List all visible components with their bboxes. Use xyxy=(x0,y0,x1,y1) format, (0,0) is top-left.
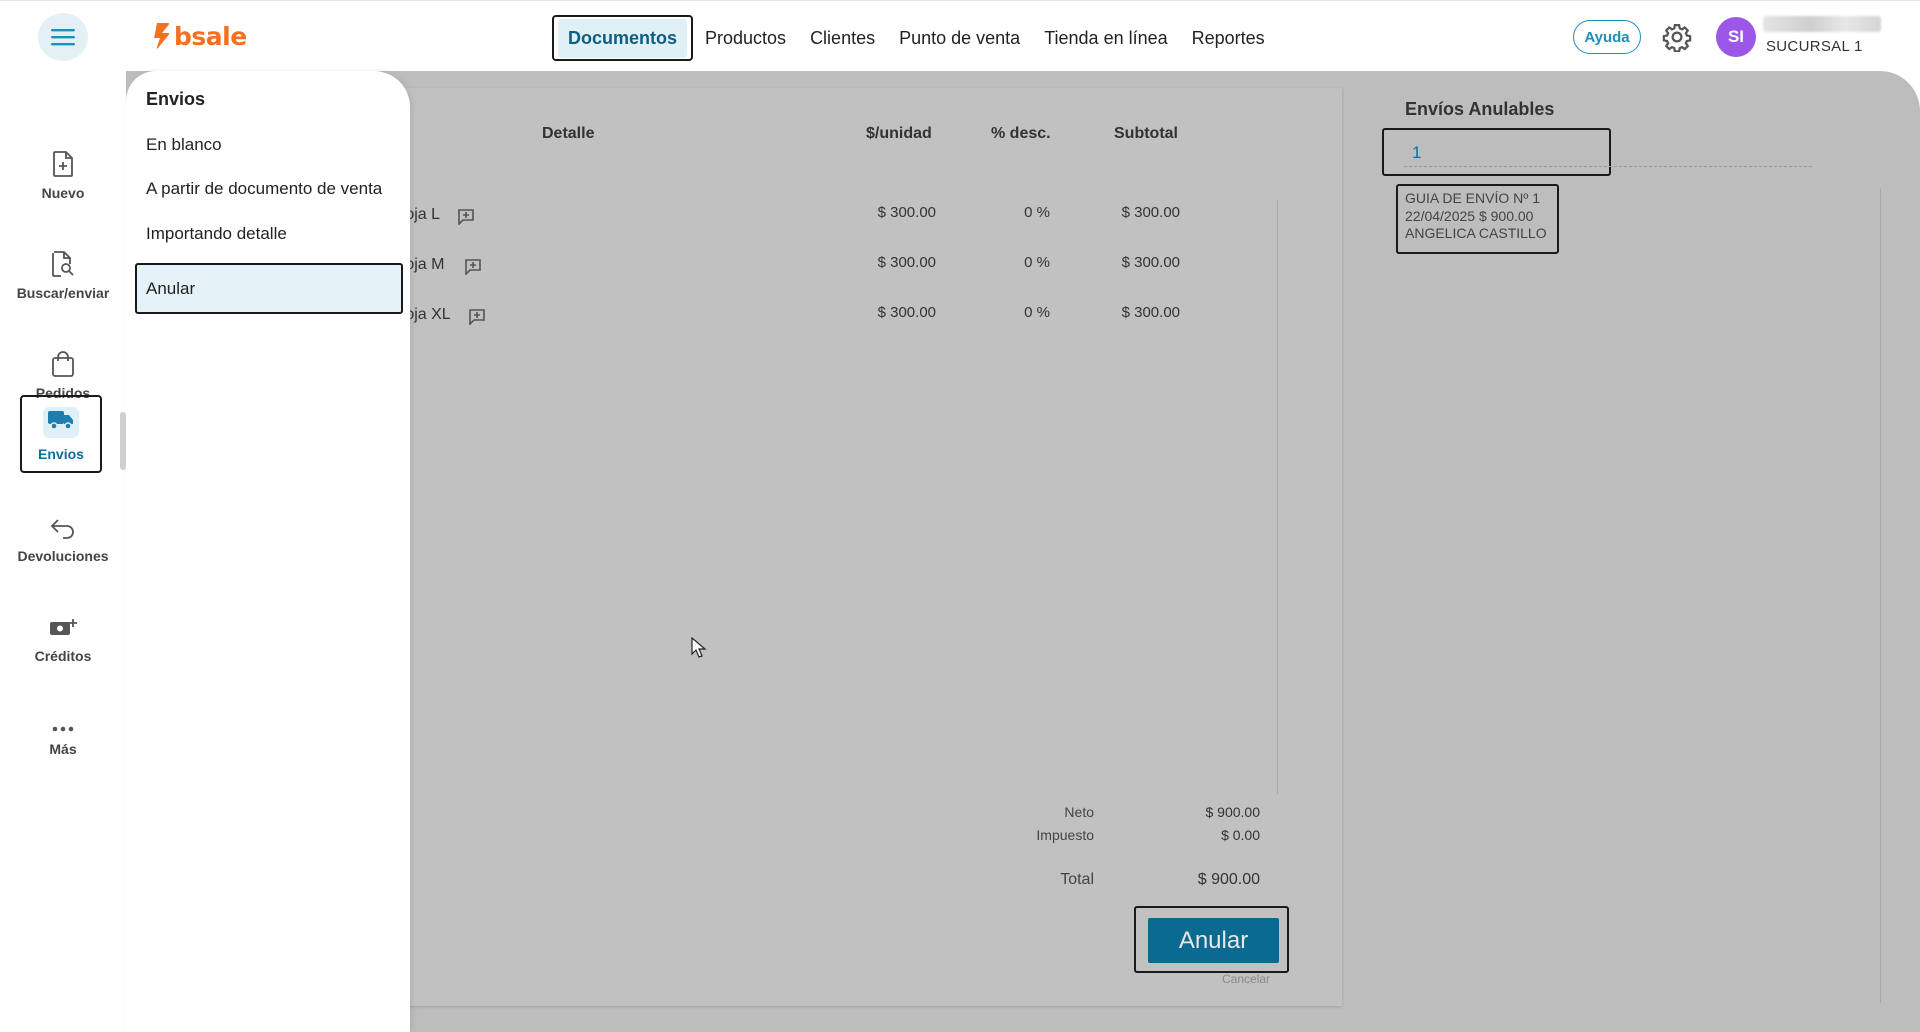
gear-icon[interactable] xyxy=(1662,22,1692,52)
bsale-logo-icon xyxy=(154,23,170,49)
hamburger-icon xyxy=(51,29,75,46)
add-note-icon[interactable] xyxy=(468,309,486,325)
anular-button[interactable]: Anular xyxy=(1148,918,1279,963)
row-subtotal: $ 300.00 xyxy=(1121,204,1180,221)
nav-clientes[interactable]: Clientes xyxy=(798,15,887,61)
avatar[interactable]: SI xyxy=(1716,17,1756,57)
impuesto-value: $ 0.00 xyxy=(1221,827,1260,843)
row-subtotal: $ 300.00 xyxy=(1121,254,1180,271)
result-line: ANGELICA CASTILLO xyxy=(1405,225,1547,241)
top-bar: bsale Documentos Productos Clientes Punt… xyxy=(0,0,1920,71)
rail-item-devoluciones[interactable]: Devoluciones xyxy=(0,496,126,586)
row-unit-price: $ 300.00 xyxy=(877,204,936,221)
truck-icon xyxy=(48,410,73,430)
search-document-icon xyxy=(52,251,74,277)
nav-reportes[interactable]: Reportes xyxy=(1180,15,1277,61)
impuesto-label: Impuesto xyxy=(1036,827,1094,843)
hamburger-menu-button[interactable] xyxy=(38,13,88,61)
column-header-detalle: Detalle xyxy=(542,125,595,142)
left-rail: Nuevo Buscar/enviar Pedidos Envios Devol… xyxy=(0,71,126,1032)
rail-item-mas[interactable]: Más xyxy=(0,696,126,786)
shopping-bag-icon xyxy=(52,351,74,377)
rail-label: Buscar/enviar xyxy=(16,285,110,301)
annullable-search-value: 1 xyxy=(1412,143,1422,162)
neto-label: Neto xyxy=(1064,804,1094,820)
main-nav: Documentos Productos Clientes Punto de v… xyxy=(552,15,1277,61)
help-button[interactable]: Ayuda xyxy=(1573,20,1641,54)
rail-label: Más xyxy=(49,741,77,757)
rail-label: Nuevo xyxy=(41,185,85,201)
divider xyxy=(1880,188,1881,1003)
rail-label: Envios xyxy=(38,445,84,462)
flyout-item-anular[interactable]: Anular xyxy=(135,263,403,314)
flyout-item-importando-detalle[interactable]: Importando detalle xyxy=(146,224,287,244)
mouse-cursor-icon xyxy=(691,637,707,658)
row-discount: 0 % xyxy=(1024,204,1050,221)
annullable-result-item[interactable]: GUIA DE ENVÍO Nº 1 22/04/2025 $ 900.00 A… xyxy=(1396,184,1559,254)
dotted-divider xyxy=(1404,166,1812,167)
rail-label: Devoluciones xyxy=(17,548,109,564)
flyout-item-en-blanco[interactable]: En blanco xyxy=(146,135,222,155)
row-unit-price: $ 300.00 xyxy=(877,254,936,271)
add-note-icon[interactable] xyxy=(464,259,482,275)
total-value: $ 900.00 xyxy=(1197,871,1260,888)
flyout-item-documento-venta[interactable]: A partir de documento de venta xyxy=(146,179,382,199)
return-arrow-icon xyxy=(50,519,74,539)
flyout-title: Envios xyxy=(146,89,206,109)
flyout-resize-handle[interactable] xyxy=(120,412,126,470)
nav-label: Documentos xyxy=(558,18,688,58)
neto-value: $ 900.00 xyxy=(1205,804,1261,820)
add-note-icon[interactable] xyxy=(457,209,475,225)
divider xyxy=(1277,200,1278,794)
nav-punto-de-venta[interactable]: Punto de venta xyxy=(887,15,1032,61)
envios-flyout-menu: Envios En blanco A partir de documento d… xyxy=(126,71,410,1032)
result-line: 22/04/2025 $ 900.00 xyxy=(1405,207,1534,224)
nav-productos[interactable]: Productos xyxy=(693,15,798,61)
branch-label: SUCURSAL 1 xyxy=(1766,38,1863,55)
row-discount: 0 % xyxy=(1024,304,1050,321)
rail-label: Créditos xyxy=(34,648,92,664)
bsale-logo[interactable]: bsale xyxy=(153,21,247,51)
column-header-subtotal: Subtotal xyxy=(1114,125,1178,142)
nav-tienda-en-linea[interactable]: Tienda en línea xyxy=(1032,15,1179,61)
result-line: GUIA DE ENVÍO Nº 1 xyxy=(1405,190,1541,206)
rail-item-envios[interactable]: Envios xyxy=(20,395,102,473)
total-label: Total xyxy=(1060,871,1094,888)
row-discount: 0 % xyxy=(1024,254,1050,271)
column-header-unit-price: $/unidad xyxy=(866,125,932,142)
user-name-blurred xyxy=(1763,16,1881,32)
document-card xyxy=(396,88,1342,1006)
more-dots-icon xyxy=(52,726,74,732)
annullable-title: Envíos Anulables xyxy=(1405,99,1555,119)
cancel-link[interactable]: Cancelar xyxy=(1222,972,1270,986)
money-plus-icon xyxy=(50,619,77,635)
row-subtotal: $ 300.00 xyxy=(1121,304,1180,321)
bsale-logo-text: bsale xyxy=(174,21,247,51)
rail-item-nuevo[interactable]: Nuevo xyxy=(0,131,126,221)
nav-documentos[interactable]: Documentos xyxy=(552,15,694,61)
truck-icon-wrap xyxy=(43,406,79,438)
new-document-icon xyxy=(53,151,73,177)
column-header-discount: % desc. xyxy=(991,125,1051,142)
rail-item-buscar-enviar[interactable]: Buscar/enviar xyxy=(0,231,126,321)
row-unit-price: $ 300.00 xyxy=(877,304,936,321)
rail-item-creditos[interactable]: Créditos xyxy=(0,596,126,686)
